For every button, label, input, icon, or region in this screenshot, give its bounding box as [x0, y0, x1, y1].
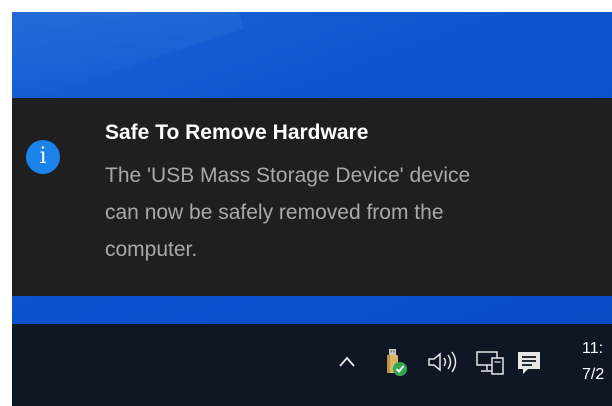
- notification-body: The 'USB Mass Storage Device' device can…: [105, 157, 612, 268]
- volume-icon[interactable]: [426, 350, 462, 374]
- notification-body-line: computer.: [105, 238, 198, 261]
- notification-body-line: The 'USB Mass Storage Device' device: [105, 164, 471, 187]
- clock-time: 11:: [582, 340, 604, 357]
- network-icon[interactable]: [475, 349, 507, 377]
- notification-body-line: can now be safely removed from the: [105, 201, 444, 224]
- taskbar-clock[interactable]: 11: 7/2: [582, 336, 604, 388]
- notification-title: Safe To Remove Hardware: [105, 121, 369, 144]
- action-center-icon[interactable]: [515, 349, 543, 377]
- info-icon: i: [26, 140, 60, 174]
- usb-safely-remove-icon[interactable]: [382, 347, 410, 379]
- chevron-up-icon[interactable]: [337, 352, 357, 372]
- desktop-light-streak: [12, 12, 245, 110]
- clock-date: 7/2: [582, 366, 605, 383]
- screen: i Safe To Remove Hardware The 'USB Mass …: [0, 0, 612, 406]
